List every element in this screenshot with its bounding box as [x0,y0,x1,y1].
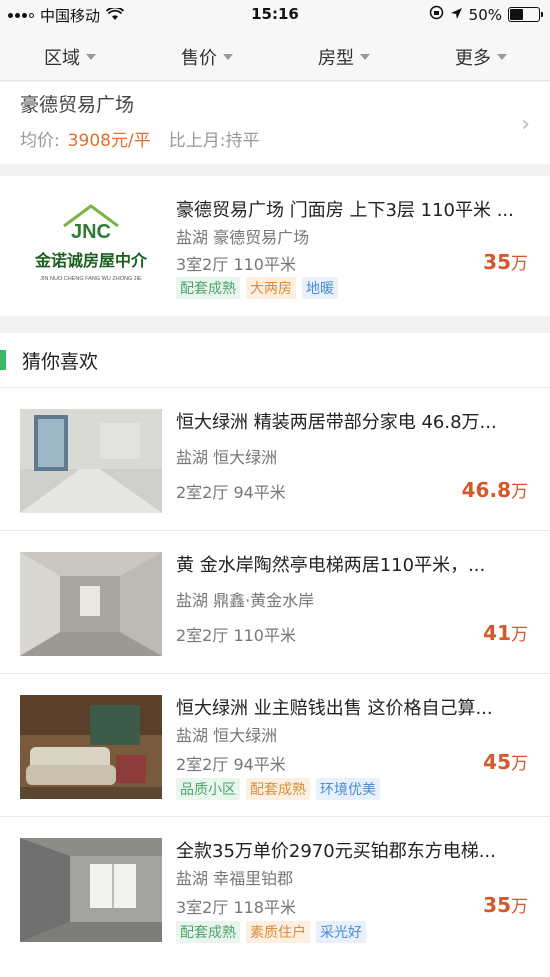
listing-card[interactable]: 恒大绿洲 业主赔钱出售 这价格自己算... 盐湖 恒大绿洲 2室2厅 94平米 … [0,674,550,816]
listing-location: 盐湖 鼎鑫·黄金水岸 [176,591,315,610]
listing-spec: 3室2厅 118平米 [176,898,296,917]
listing-card[interactable]: 全款35万单价2970元买铂郡东方电梯... 盐湖 幸福里铂郡 3室2厅 118… [0,817,550,977]
listing-photo [20,695,162,799]
listing-location: 盐湖 恒大绿洲 [176,726,278,745]
listing-spec: 2室2厅 94平米 [176,483,286,502]
estate-summary[interactable]: 豪德贸易广场 均价: 3908元/平 比上月:持平 › [0,82,550,164]
listing-photo [20,838,162,942]
listing-spec: 3室2厅 110平米 [176,255,296,274]
listing-card[interactable]: 恒大绿洲 精装两居带部分家电 46.8万... 盐湖 恒大绿洲 2室2厅 94平… [0,388,550,530]
tag: 品质小区 [176,778,240,800]
listing-title: 豪德贸易广场 门面房 上下3层 110平米 ... [176,200,514,221]
chevron-right-icon: › [521,112,530,137]
listing-tags: 配套成熟 大两房 地暖 [176,277,338,299]
tag: 地暖 [302,277,338,299]
listing-price: 41万 [483,621,528,645]
listing-title: 恒大绿洲 业主赔钱出售 这价格自己算... [176,698,493,719]
listing-spec: 2室2厅 110平米 [176,626,296,645]
listing-title: 全款35万单价2970元买铂郡东方电梯... [176,841,496,862]
svg-text:金诺诚房屋中介: 金诺诚房屋中介 [34,251,148,270]
battery-percent: 50% [468,5,502,24]
listing-price: 35万 [483,893,528,917]
listing-card[interactable]: JNC 金诺诚房屋中介 JIN NUO CHENG FANG WU ZHONG … [0,176,550,316]
tag: 环境优美 [316,778,380,800]
avg-label: 均价: [20,131,60,151]
caret-down-icon [86,54,96,60]
listing-photo [20,552,162,656]
estate-name: 豪德贸易广场 [20,94,135,116]
filter-layout[interactable]: 房型 [318,44,370,70]
tag: 大两房 [246,277,296,299]
section-title: 猜你喜欢 [22,351,99,373]
location-arrow-icon [450,6,463,24]
svg-text:JIN NUO CHENG FANG WU ZHONG JI: JIN NUO CHENG FANG WU ZHONG JIE [40,276,142,282]
battery-icon [508,7,543,22]
listing-photo [20,409,162,513]
tag: 配套成熟 [246,778,310,800]
tag: 采光好 [316,921,366,943]
filter-bar: 区域 售价 房型 更多 [0,30,550,81]
listing-tags: 品质小区 配套成熟 环境优美 [176,778,380,800]
avg-price: 3908元/平 [67,131,151,151]
caret-down-icon [360,54,370,60]
tag: 配套成熟 [176,921,240,943]
listing-spec: 2室2厅 94平米 [176,755,286,774]
filter-area[interactable]: 区域 [44,44,96,70]
status-bar: 中国移动 15:16 50% [0,0,550,30]
listing-location: 盐湖 豪德贸易广场 [176,228,310,247]
month-compare: 比上月:持平 [168,131,260,151]
tag: 配套成熟 [176,277,240,299]
listing-price: 45万 [483,750,528,774]
listing-card[interactable]: 黄 金水岸陶然亭电梯两居110平米，... 盐湖 鼎鑫·黄金水岸 2室2厅 11… [0,531,550,673]
listing-title: 恒大绿洲 精装两居带部分家电 46.8万... [176,412,497,433]
filter-price[interactable]: 售价 [181,44,233,70]
svg-text:JNC: JNC [71,221,111,243]
section-accent-bar [0,350,6,370]
recommend-section-header: 猜你喜欢 [0,333,550,388]
listing-tags: 配套成熟 素质住户 采光好 [176,921,366,943]
listing-location: 盐湖 幸福里铂郡 [176,869,294,888]
agency-logo: JNC 金诺诚房屋中介 JIN NUO CHENG FANG WU ZHONG … [20,194,162,298]
listing-location: 盐湖 恒大绿洲 [176,448,278,467]
caret-down-icon [497,54,507,60]
tag: 素质住户 [246,921,310,943]
listing-title: 黄 金水岸陶然亭电梯两居110平米，... [176,555,486,576]
listing-price: 46.8万 [461,478,528,502]
estate-meta: 均价: 3908元/平 比上月:持平 [20,126,259,151]
listing-price: 35万 [483,250,528,274]
filter-more[interactable]: 更多 [455,44,507,70]
orientation-lock-icon [429,5,444,24]
caret-down-icon [223,54,233,60]
